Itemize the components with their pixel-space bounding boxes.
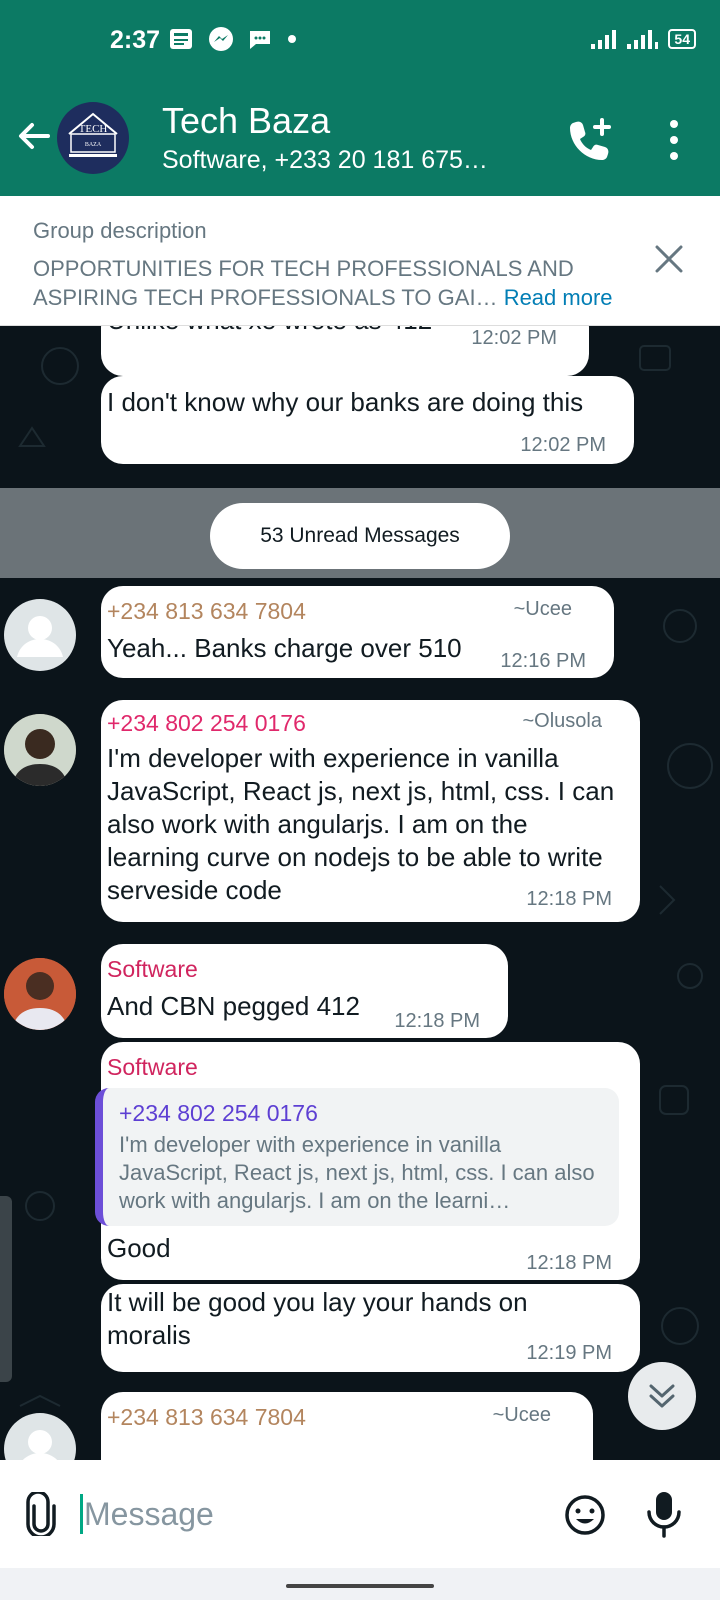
quoted-sender: +234 802 254 0176	[119, 1100, 318, 1126]
composer-bar	[0, 1460, 720, 1568]
message-input[interactable]	[84, 1486, 524, 1542]
group-description-banner: Group description OPPORTUNITIES FOR TECH…	[0, 196, 720, 326]
avatar-text-top: TECH	[79, 123, 108, 135]
group-avatar[interactable]: TECH BAZA	[57, 102, 129, 174]
message-text: I don't know why our banks are doing thi…	[107, 387, 584, 417]
description-label: Group description	[33, 218, 207, 243]
message-text: Unlike what xe wrote as 412	[107, 326, 432, 337]
signal-icon-2	[627, 30, 659, 49]
scroll-to-bottom-button[interactable]	[628, 1362, 696, 1430]
notification-icons	[168, 26, 298, 52]
message-time: 12:18 PM	[526, 1252, 612, 1274]
sender-alias: ~Ucee	[513, 598, 572, 620]
sender-alias: ~Olusola	[522, 710, 603, 732]
battery-icon: 54	[668, 29, 696, 49]
message-bubble[interactable]: +234 813 634 7804 ~Ucee	[101, 1392, 593, 1460]
chat-header: TECH BAZA Tech Baza Software, +233 20 18…	[0, 82, 720, 196]
message-bubble[interactable]: +234 813 634 7804 ~Ucee Yeah... Banks ch…	[101, 586, 614, 678]
group-title[interactable]: Tech Baza	[162, 100, 330, 142]
message-text: And CBN pegged 412	[107, 991, 360, 1021]
message-text: Yeah... Banks charge over 510	[107, 633, 462, 663]
more-options-icon[interactable]	[660, 118, 688, 162]
message-text: Good	[107, 1233, 171, 1263]
message-time: 12:02 PM	[471, 327, 557, 349]
message-bubble[interactable]: It will be good you lay your hands on mo…	[101, 1284, 640, 1372]
close-icon[interactable]	[652, 242, 686, 276]
sms-icon	[250, 31, 270, 49]
quoted-message[interactable]: +234 802 254 0176 I'm developer with exp…	[95, 1088, 619, 1226]
status-bar: 2:37 54	[0, 0, 720, 82]
read-more-link[interactable]: Read more	[504, 285, 613, 310]
avatar[interactable]	[4, 714, 76, 786]
message-text: It will be good you lay your hands on mo…	[107, 1287, 528, 1350]
text-caret	[80, 1494, 83, 1534]
sender-alias: ~Ucee	[492, 1404, 551, 1426]
dot-icon	[288, 35, 296, 43]
description-body: OPPORTUNITIES FOR TECH PROFESSIONALS AND…	[33, 256, 574, 310]
avatar-text-bottom: BAZA	[85, 142, 102, 148]
avatar[interactable]	[4, 958, 76, 1030]
message-bubble[interactable]: Software +234 802 254 0176 I'm developer…	[95, 1042, 640, 1280]
quoted-text: I'm developer with experience in vanilla…	[119, 1132, 595, 1213]
microphone-icon[interactable]	[644, 1490, 684, 1538]
edge-handle[interactable]	[0, 1196, 12, 1382]
attach-icon[interactable]	[24, 1492, 58, 1536]
sender-name[interactable]: +234 813 634 7804	[107, 598, 306, 625]
status-right: 54	[590, 28, 696, 50]
sender-name[interactable]: +234 802 254 0176	[107, 710, 306, 737]
double-chevron-down-icon	[649, 1384, 675, 1408]
message-text: I'm developer with experience in vanilla…	[107, 743, 615, 905]
sender-name[interactable]: Software	[107, 1054, 198, 1081]
message-bubble[interactable]: I don't know why our banks are doing thi…	[101, 376, 634, 464]
emoji-icon[interactable]	[564, 1494, 606, 1536]
add-call-icon[interactable]	[566, 116, 614, 164]
signal-icon	[591, 30, 617, 49]
message-bubble[interactable]: Unlike what xe wrote as 412 12:02 PM	[101, 326, 589, 376]
sender-name[interactable]: Software	[107, 956, 198, 983]
message-bubble[interactable]: Software And CBN pegged 412 12:18 PM	[101, 944, 508, 1038]
home-gesture-handle[interactable]	[286, 1584, 434, 1588]
message-time: 12:18 PM	[526, 888, 612, 910]
news-icon	[170, 29, 192, 49]
messenger-icon	[209, 27, 233, 51]
description-text: OPPORTUNITIES FOR TECH PROFESSIONALS AND…	[33, 254, 633, 312]
message-time: 12:02 PM	[520, 434, 606, 456]
message-time: 12:19 PM	[526, 1342, 612, 1364]
back-arrow-icon[interactable]	[14, 116, 54, 156]
message-time: 12:18 PM	[394, 1010, 480, 1032]
message-time: 12:16 PM	[500, 650, 586, 672]
status-time: 2:37	[110, 26, 161, 54]
sender-name[interactable]: +234 813 634 7804	[107, 1404, 306, 1431]
group-subtitle[interactable]: Software, +233 20 181 675…	[162, 146, 502, 175]
message-bubble[interactable]: +234 802 254 0176 ~Olusola I'm developer…	[101, 700, 640, 922]
chat-area[interactable]: Unlike what xe wrote as 412 12:02 PM I d…	[0, 326, 720, 1460]
unread-messages-pill: 53 Unread Messages	[210, 503, 510, 569]
system-nav-bar	[0, 1568, 720, 1600]
avatar[interactable]	[4, 599, 76, 671]
